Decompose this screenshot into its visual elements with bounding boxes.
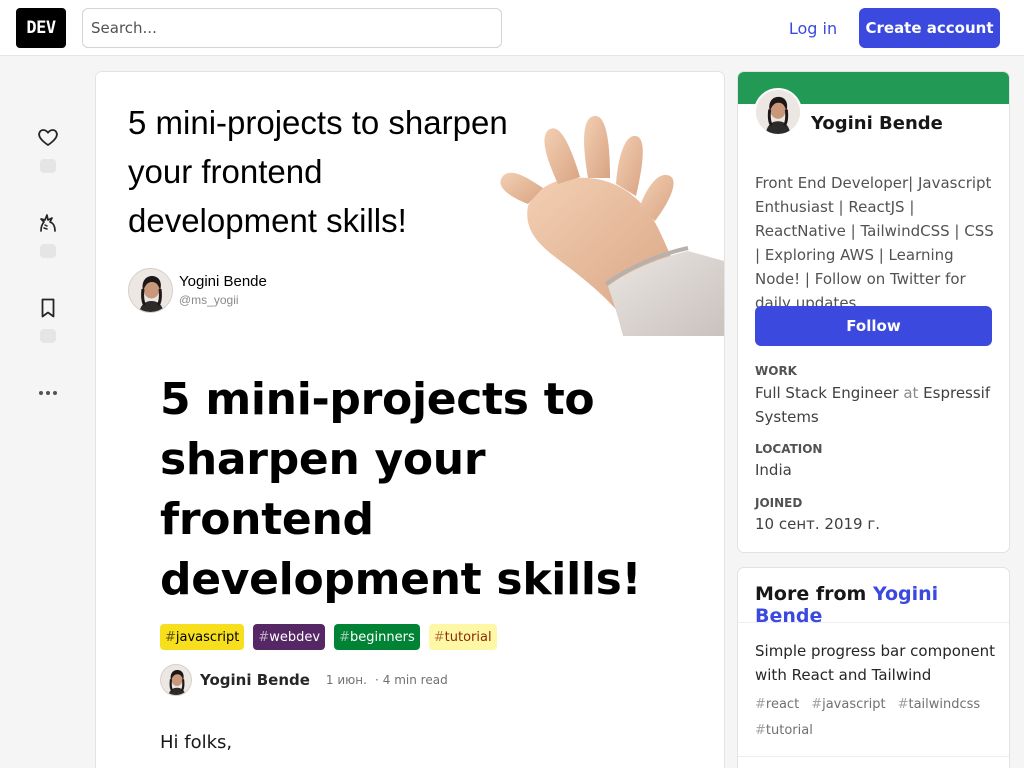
tag-webdev[interactable]: # webdev [253, 624, 326, 650]
bookmark-icon [36, 296, 60, 320]
cover-author: Yogini Bende @ms_yogii [128, 268, 267, 313]
cover-image: 5 mini-projects to sharpen your frontend… [96, 72, 724, 336]
cover-title: 5 mini-projects to sharpen your frontend… [128, 104, 508, 239]
cover-author-name: Yogini Bende [179, 273, 267, 290]
tag-javascript[interactable]: # javascript [160, 624, 245, 650]
joined-value: 10 сент. 2019 г. [755, 515, 881, 533]
tag-beginners[interactable]: # beginners [334, 624, 420, 650]
avatar [128, 268, 173, 313]
follow-button[interactable]: Follow [755, 306, 992, 346]
bookmark-count [40, 329, 56, 343]
more-options-button[interactable] [32, 378, 64, 408]
article-title: 5 mini-projects to sharpen your frontend… [160, 374, 642, 605]
cover-author-handle: @ms_yogii [179, 293, 239, 307]
publish-date: 1 июн. [325, 673, 367, 687]
article-card: 5 mini-projects to sharpen your frontend… [96, 72, 724, 768]
byline-separator: · [374, 673, 379, 687]
avatar[interactable] [754, 88, 802, 136]
work-label: WORK [755, 364, 797, 378]
unicorn-icon [36, 211, 60, 235]
more-item-tags: #react #javascript #tailwindcss #tutoria… [755, 695, 995, 741]
dev-logo[interactable]: DEV [16, 8, 66, 48]
avatar[interactable] [160, 664, 192, 696]
joined-label: JOINED [755, 496, 803, 510]
more-tag-tutorial[interactable]: #tutorial [755, 721, 813, 741]
more-horizontal-icon [36, 381, 60, 405]
create-account-button[interactable]: Create account [859, 8, 1000, 48]
profile-bio: Front End Developer| Javascript Enthusia… [755, 174, 994, 312]
more-tag-tailwindcss[interactable]: #tailwindcss [898, 695, 981, 715]
more-item-title-link[interactable]: Simple progress bar component with React… [755, 639, 995, 687]
unicorn-count [40, 244, 56, 258]
like-button[interactable] [32, 122, 64, 152]
read-time: 4 min read [382, 673, 448, 687]
profile-name-link[interactable]: Yogini Bende [811, 113, 943, 134]
search-input[interactable] [82, 8, 502, 48]
heart-icon [36, 125, 60, 149]
more-from-heading: More from Yogini Bende [738, 568, 1009, 627]
byline-author-link[interactable]: Yogini Bende [200, 671, 310, 689]
tag-tutorial[interactable]: # tutorial [428, 624, 497, 650]
more-tag-react[interactable]: #react [755, 695, 799, 715]
unicorn-button[interactable] [32, 208, 64, 238]
work-value: Full Stack Engineer at Espressif Systems [755, 384, 991, 426]
bookmark-button[interactable] [32, 293, 64, 323]
location-value: India [755, 461, 792, 479]
article-body-text: Hi folks, [160, 732, 233, 753]
location-label: LOCATION [755, 442, 823, 456]
article-tags: # javascript # webdev # beginners # tutorial [160, 624, 497, 650]
article-byline: Yogini Bende 1 июн. · 4 min read [160, 664, 448, 696]
divider [738, 756, 1009, 757]
waving-hand-illustration [488, 86, 724, 336]
author-profile-card: Yogini Bende Front End Developer| Javasc… [738, 72, 1009, 552]
like-count [40, 159, 56, 173]
more-from-author-card: More from Yogini Bende Simple progress b… [738, 568, 1009, 768]
login-link[interactable]: Log in [776, 8, 850, 48]
top-header: DEV Log in Create account [0, 0, 1024, 56]
more-tag-javascript[interactable]: #javascript [811, 695, 885, 715]
